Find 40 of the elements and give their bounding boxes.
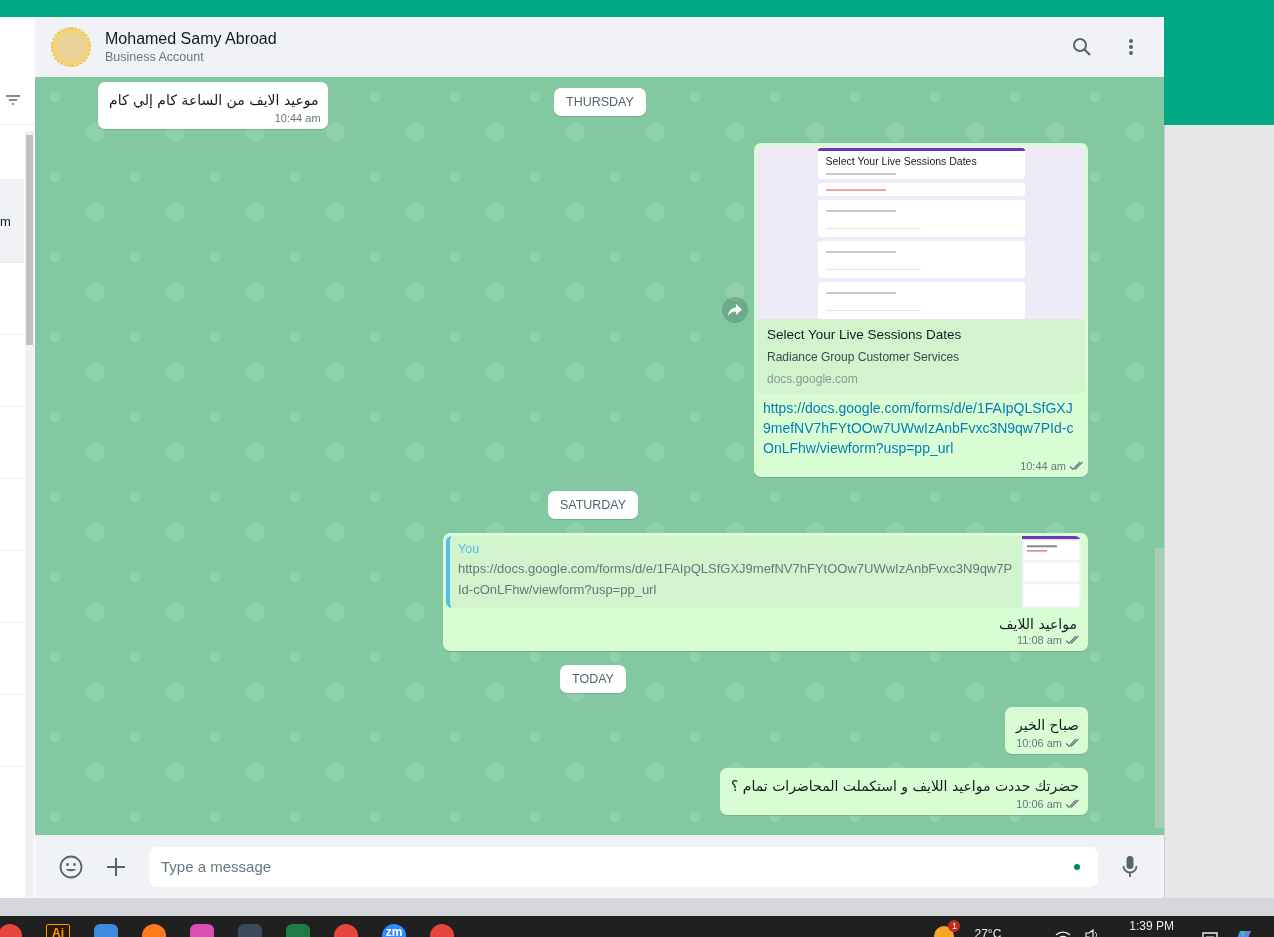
link-preview-image[interactable]: Select Your Live Sessions Dates — [757, 146, 1085, 319]
message-time: 10:06 am — [1016, 798, 1062, 810]
quote-author: You — [458, 542, 481, 556]
message-input[interactable]: Type a message — [149, 846, 1098, 887]
preview-domain: docs.google.com — [767, 372, 859, 386]
day-chip: SATURDAY — [547, 491, 639, 519]
message-time: 11:08 am — [1016, 634, 1062, 646]
contact-name[interactable]: Mohamed Samy Abroad — [105, 30, 1036, 48]
notification-badge: 1 — [948, 920, 961, 932]
preview-title: Select Your Live Sessions Dates — [767, 327, 963, 342]
app-icon[interactable]: Ai — [46, 924, 70, 937]
contact-subtitle: Business Account — [105, 50, 205, 64]
microphone-icon[interactable] — [1122, 855, 1138, 878]
link-url[interactable]: https://docs.google.com/forms/d/e/1FAIpQLSfGXJ9mefNV7hFYtOOw7UWwIzAnbFvxc3N9qw7PId-cOnLFhw/viewform?usp=pp_url — [757, 394, 1085, 458]
message-text: صباح الخير — [1014, 716, 1080, 735]
quoted-message[interactable]: You https://docs.google.com/forms/d/e/1FAIpQLSfGXJ9mefNV7hFYtOOw7UWwIzAnbFvxc3N9qw7PId-cOnLFhw/viewform?usp=pp_url — [446, 536, 1081, 608]
filter-icon[interactable] — [5, 95, 20, 105]
preview-subtitle: Radiance Group Customer Services — [767, 350, 961, 364]
chat-list-text: m — [0, 213, 11, 229]
message-time: 10:44 am — [1020, 460, 1066, 472]
message-time: 10:06 am — [1016, 737, 1062, 749]
menu-icon[interactable] — [1128, 38, 1134, 56]
scrollbar[interactable] — [25, 131, 34, 898]
link-preview-card[interactable]: Select Your Live Sessions Dates Radiance Group Customer Services docs.google.com — [757, 319, 1085, 394]
quote-text: https://docs.google.com/forms/d/e/1FAIpQLSfGXJ9mefNV7hFYtOOw7UWwIzAnbFvxc3N9qw7PId-cOnLFhw/viewform?usp=pp_url — [458, 560, 1014, 599]
plus-icon[interactable] — [107, 857, 125, 876]
message-text: حضرتك حددت مواعيد اللايف و استكملت المحاضرات تمام ؟ — [729, 777, 1080, 796]
forward-icon — [727, 303, 743, 317]
forward-button[interactable] — [722, 297, 748, 323]
clock-time[interactable]: 1:39 PM — [1129, 919, 1174, 933]
form-title: Select Your Live Sessions Dates — [825, 155, 978, 167]
message-text: موعيد الايف من الساعة كام إلي كام — [108, 91, 320, 110]
day-chip: THURSDAY — [554, 88, 646, 116]
status-dot-icon — [1074, 863, 1080, 870]
day-chip: TODAY — [560, 665, 626, 693]
wifi-icon[interactable] — [1055, 929, 1072, 937]
message-text: مواعيد اللايف — [998, 615, 1078, 632]
search-icon[interactable] — [1072, 37, 1092, 57]
emoji-icon[interactable] — [59, 854, 83, 879]
message-time: 10:44 am — [274, 112, 321, 124]
